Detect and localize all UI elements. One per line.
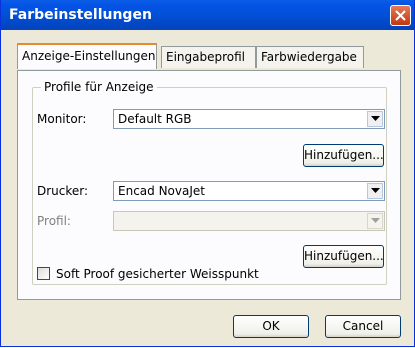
close-icon (395, 10, 406, 21)
add-printer-profile-button[interactable]: Hinzufügen... (303, 245, 384, 268)
printer-value: Encad NovaJet (118, 184, 205, 198)
chevron-down-icon (371, 218, 380, 223)
monitor-select[interactable]: Default RGB (113, 109, 385, 129)
button-label: Cancel (342, 319, 384, 333)
close-button[interactable] (390, 5, 411, 26)
tab-farbwiedergabe[interactable]: Farbwiedergabe (256, 46, 364, 68)
tab-anzeige-einstellungen[interactable]: Anzeige-Einstellungen (17, 43, 157, 69)
printer-select[interactable]: Encad NovaJet (113, 181, 385, 201)
group-title: Profile für Anzeige (41, 80, 157, 94)
tab-label: Farbwiedergabe (261, 50, 357, 64)
chevron-down-icon (371, 188, 380, 193)
window-title: Farbeinstellungen (9, 7, 152, 23)
tab-label: Eingabeprofil (166, 50, 246, 64)
profile-dropdown-button[interactable] (367, 213, 383, 229)
tab-label: Anzeige-Einstellungen (22, 49, 156, 63)
profile-label: Profil: (37, 214, 71, 228)
button-label: OK (262, 319, 280, 333)
monitor-value: Default RGB (118, 112, 192, 126)
tab-panel: Profile für Anzeige Monitor: Default RGB… (17, 70, 401, 300)
add-monitor-profile-button[interactable]: Hinzufügen... (303, 144, 384, 167)
monitor-label: Monitor: (37, 112, 87, 126)
printer-dropdown-button[interactable] (367, 183, 383, 199)
chevron-down-icon (371, 116, 380, 121)
monitor-dropdown-button[interactable] (367, 111, 383, 127)
ok-button[interactable]: OK (233, 315, 309, 338)
dialog-window: Farbeinstellungen Anzeige-Einstellungen … (0, 0, 415, 347)
profile-select[interactable] (113, 211, 385, 231)
cancel-button[interactable]: Cancel (325, 315, 401, 338)
printer-label: Drucker: (37, 184, 89, 198)
title-bar[interactable]: Farbeinstellungen (1, 0, 414, 30)
softproof-checkbox[interactable] (37, 267, 50, 280)
button-label: Hinzufügen... (304, 249, 384, 263)
softproof-label: Soft Proof gesicherter Weisspunkt (56, 267, 259, 281)
tab-eingabeprofil[interactable]: Eingabeprofil (161, 46, 256, 68)
profiles-group: Profile für Anzeige Monitor: Default RGB… (32, 80, 387, 285)
button-label: Hinzufügen... (304, 148, 384, 162)
